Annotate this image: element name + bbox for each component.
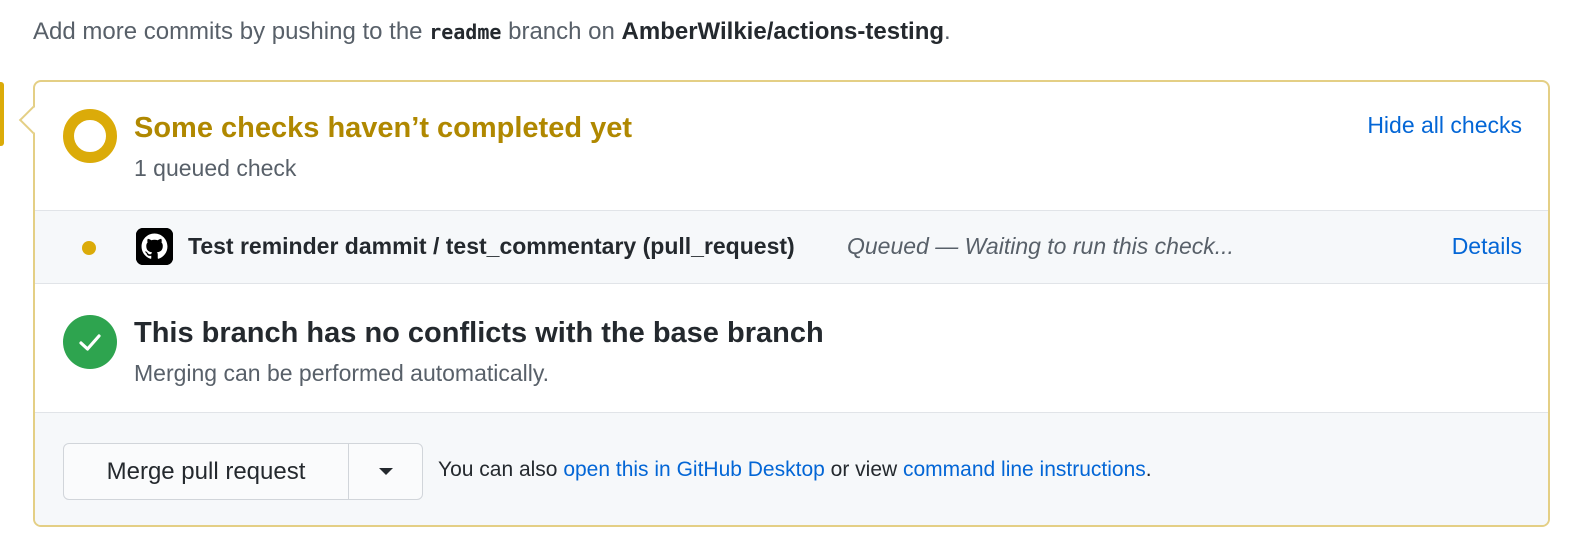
check-name: Test reminder dammit / test_commentary (…: [188, 233, 795, 259]
checks-status-section: Some checks haven’t completed yet 1 queu…: [35, 82, 1548, 211]
intro-middle: branch on: [501, 18, 622, 45]
success-check-icon: [63, 315, 117, 369]
branch-name: readme: [429, 20, 502, 44]
open-github-desktop-link[interactable]: open this in GitHub Desktop: [563, 458, 824, 481]
checks-status-subtitle: 1 queued check: [134, 155, 297, 181]
check-details-link[interactable]: Details: [1452, 233, 1522, 260]
merge-pull-request-button[interactable]: Merge pull request: [64, 444, 349, 499]
merge-status-section: This branch has no conflicts with the ba…: [35, 284, 1548, 413]
command-line-instructions-link[interactable]: command line instructions: [903, 458, 1146, 481]
hide-all-checks-link[interactable]: Hide all checks: [1367, 112, 1522, 139]
also-suffix: .: [1145, 458, 1152, 481]
merge-status-title: This branch has no conflicts with the ba…: [134, 317, 824, 349]
caret-down-icon: [378, 468, 393, 475]
pending-status-icon: [63, 109, 117, 163]
intro-prefix: Add more commits by pushing to the: [33, 18, 430, 45]
also-middle: or view: [824, 458, 903, 481]
check-row: Test reminder dammit / test_commentary (…: [35, 211, 1548, 284]
merge-actions: Merge pull request You can also open thi…: [35, 413, 1548, 525]
repo-name: AmberWilkie/actions-testing: [621, 18, 945, 45]
also-prefix: You can also: [438, 458, 564, 481]
alternative-merge-text: You can also open this in GitHub Desktop…: [438, 458, 1152, 482]
timeline-marker: [0, 82, 4, 146]
merge-status-subtitle: Merging can be performed automatically.: [134, 360, 550, 386]
github-actions-icon: [136, 228, 173, 265]
intro-suffix: .: [944, 18, 951, 45]
merge-button-group: Merge pull request: [63, 443, 423, 500]
checks-status-title: Some checks haven’t completed yet: [134, 112, 633, 144]
merge-intro-text: Add more commits by pushing to the readm…: [33, 18, 951, 46]
queued-dot-icon: [82, 241, 96, 255]
github-mark-icon: [136, 228, 173, 265]
check-status-text: Queued — Waiting to run this check...: [847, 233, 1234, 259]
merge-box: Some checks haven’t completed yet 1 queu…: [18, 80, 1550, 527]
merge-method-dropdown-button[interactable]: [349, 444, 422, 499]
